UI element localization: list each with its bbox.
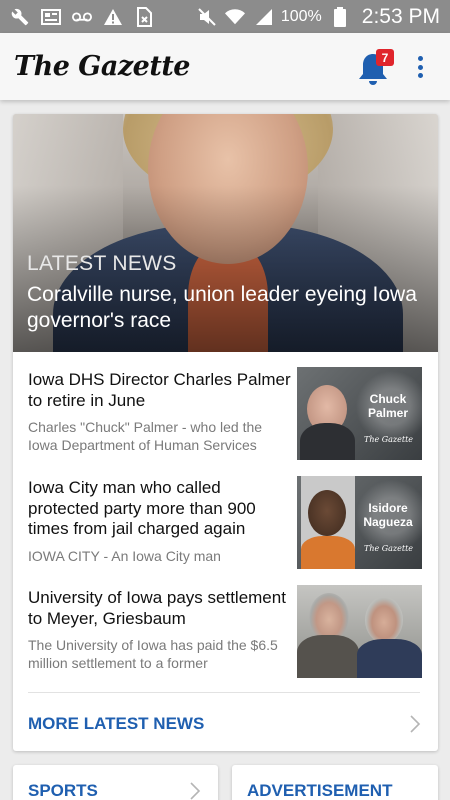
mute-icon [197,7,217,27]
chevron-right-icon [190,782,201,800]
hero-headline: Coralville nurse, union leader eyeing Io… [27,283,417,332]
notification-icons [10,6,154,27]
wrench-icon [10,7,30,27]
warning-icon [103,7,123,27]
status-bar: 100% 2:53 PM [0,0,450,33]
notification-badge: 7 [376,49,394,66]
section-label: LATEST NEWS [27,252,177,275]
thumbnail-caption: Isidore Nagueza [363,501,413,529]
story-thumbnail: Chuck Palmer The Gazette [297,367,422,460]
story-headline: Iowa City man who called protected party… [28,478,256,538]
gazette-logo[interactable]: The Gazette [14,51,191,82]
wifi-icon [224,7,245,27]
battery-percent: 100% [280,7,322,25]
clock: 2:53 PM [361,4,440,28]
sports-card[interactable]: SPORTS [13,765,218,800]
more-link-label: MORE LATEST NEWS [28,714,205,733]
list-item[interactable]: Iowa City man who called protected party… [13,476,438,586]
story-summary: Charles "Chuck" Palmer - who led the Iow… [28,419,263,453]
list-item[interactable]: Iowa DHS Director Charles Palmer to reti… [13,367,438,478]
thumbnail-brand: The Gazette [364,544,414,553]
sim-icon [134,6,154,27]
story-headline: University of Iowa pays settlement to Me… [28,588,286,628]
system-icons: 100% 2:53 PM [197,5,440,29]
story-headline: Iowa DHS Director Charles Palmer to reti… [28,370,291,410]
signal-icon [253,7,273,27]
story-thumbnail [297,585,422,678]
chevron-right-icon [410,715,421,733]
sports-label: SPORTS [28,781,98,800]
hero-story[interactable]: LATEST NEWS Coralville nurse, union lead… [13,114,438,352]
advertisement-label: ADVERTISEMENT [247,781,393,800]
battery-icon [330,6,350,27]
advertisement-card[interactable]: ADVERTISEMENT [232,765,438,800]
latest-news-card: LATEST NEWS Coralville nurse, union lead… [13,114,438,751]
more-latest-news-link[interactable]: MORE LATEST NEWS [13,704,438,744]
thumbnail-brand: The Gazette [364,435,414,444]
voicemail-icon [72,7,92,27]
story-summary: The University of Iowa has paid the $6.5… [28,637,278,671]
story-thumbnail: Isidore Nagueza The Gazette [297,476,422,569]
news-icon [41,7,61,27]
list-item[interactable]: University of Iowa pays settlement to Me… [13,585,438,696]
notifications-button[interactable]: 7 [356,47,396,87]
thumbnail-caption: Chuck Palmer [367,392,409,420]
overflow-menu-icon[interactable] [410,53,430,81]
story-summary: IOWA CITY - An Iowa City man [28,548,221,564]
app-bar: The Gazette 7 [0,33,450,100]
divider [28,692,420,693]
